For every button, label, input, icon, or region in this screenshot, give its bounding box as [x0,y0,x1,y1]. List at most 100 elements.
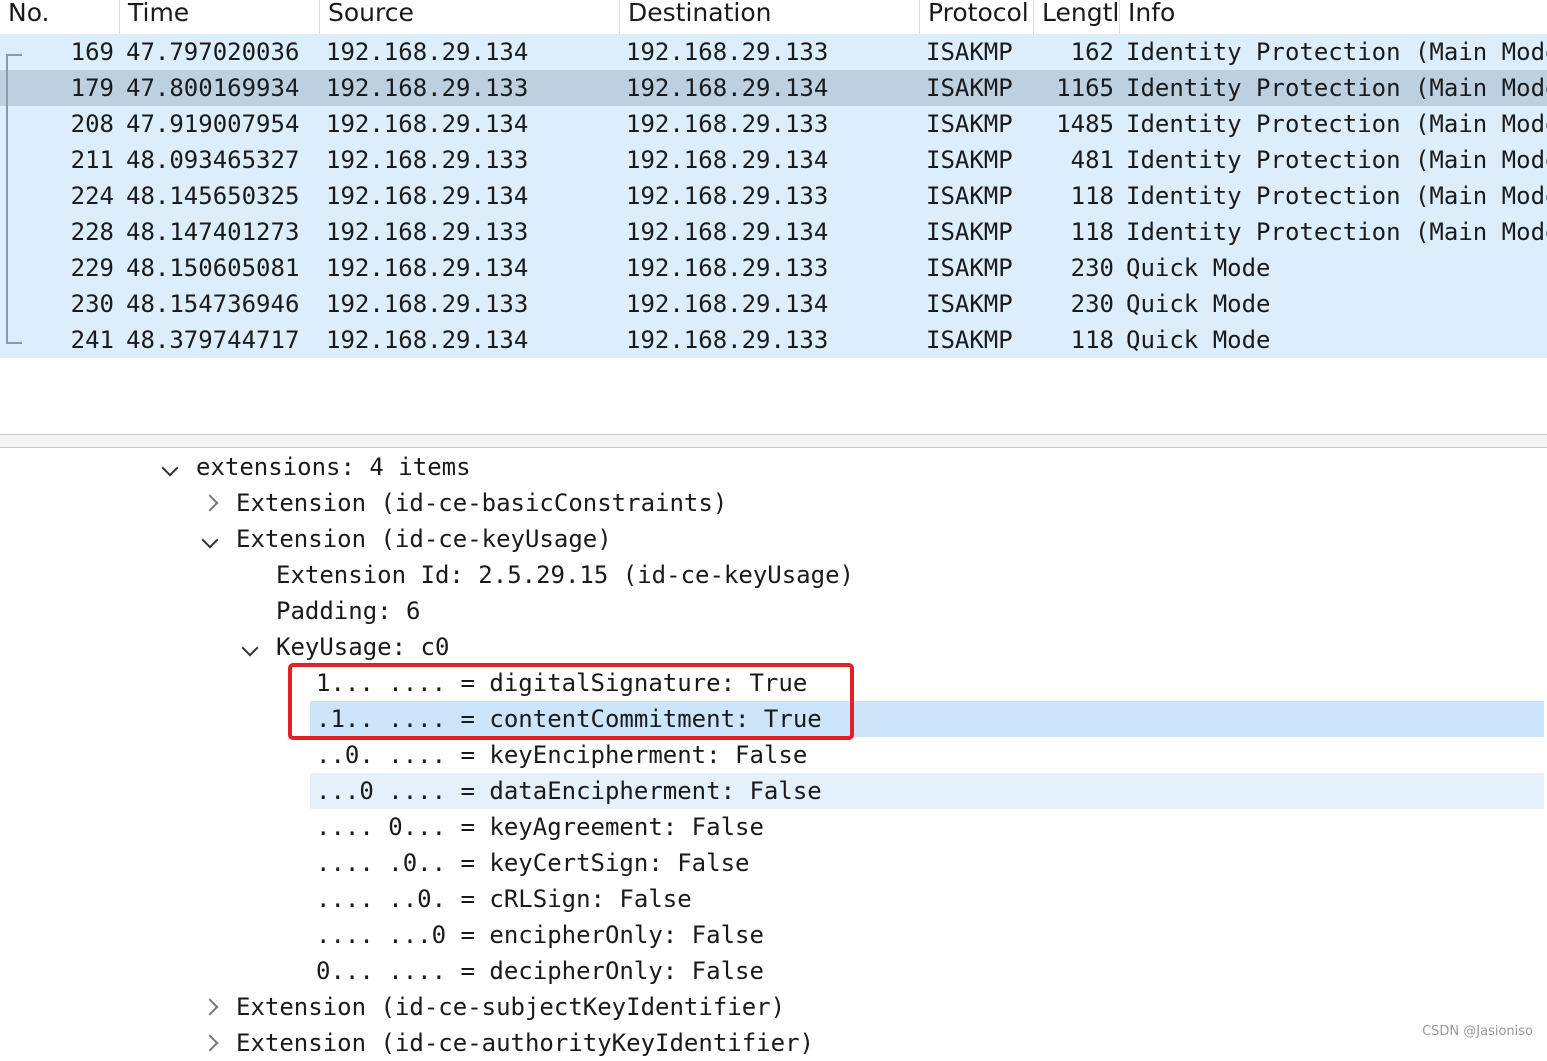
tree-node[interactable]: Padding: 6 [0,593,1547,629]
chevron-right-icon[interactable] [201,1034,219,1052]
packet-cell-dst: 192.168.29.134 [626,146,829,174]
column-header-no[interactable]: No. [0,0,120,34]
packet-cell-info: Identity Protection (Main Mode [1126,146,1547,174]
tree-node[interactable]: Extension Id: 2.5.29.15 (id-ce-keyUsage) [0,557,1547,593]
tree-node[interactable]: .... 0... = keyAgreement: False [0,809,1547,845]
packet-cell-info: Identity Protection (Main Mode [1126,38,1547,66]
tree-node-label: KeyUsage: c0 [276,633,450,661]
packet-cell-len: 118 [1070,218,1114,246]
packet-cell-dst: 192.168.29.133 [626,326,829,354]
column-header-time[interactable]: Time [120,0,320,34]
packet-cell-no: 228 [70,218,114,246]
tree-node[interactable]: extensions: 4 items [0,449,1547,485]
tree-node[interactable]: Extension (id-ce-subjectKeyIdentifier) [0,989,1547,1025]
packet-cell-no: 229 [70,254,114,282]
packet-cell-src: 192.168.29.134 [326,182,529,210]
packet-cell-time: 47.919007954 [126,110,300,138]
tree-node[interactable]: KeyUsage: c0 [0,629,1547,665]
pane-splitter[interactable] [0,434,1547,448]
tree-node-label: .... .0.. = keyCertSign: False [316,849,750,877]
packet-cell-time: 48.093465327 [126,146,300,174]
tree-node[interactable]: Extension (id-ce-keyUsage) [0,521,1547,557]
packet-cell-no: 211 [70,146,114,174]
packet-row[interactable]: 230 48.154736946 192.168.29.133 192.168.29.… [0,286,1547,322]
chevron-down-icon[interactable] [201,531,219,549]
packet-cell-src: 192.168.29.134 [326,38,529,66]
chevron-down-icon[interactable] [161,459,179,477]
packet-cell-len: 118 [1070,182,1114,210]
packet-cell-len: 1485 [1056,110,1114,138]
column-header-destination[interactable]: Destination [620,0,920,34]
packet-cell-time: 47.797020036 [126,38,300,66]
tree-node-label: 0... .... = decipherOnly: False [316,957,764,985]
packet-cell-proto: ISAKMP [926,254,1013,282]
tree-node-label: extensions: 4 items [196,453,471,481]
packet-cell-info: Quick Mode [1126,254,1271,282]
packet-cell-len: 162 [1070,38,1114,66]
packet-cell-info: Identity Protection (Main Mode [1126,110,1547,138]
packet-cell-dst: 192.168.29.133 [626,182,829,210]
tree-node[interactable]: Extension (id-ce-authorityKeyIdentifier) [0,1025,1547,1061]
packet-row[interactable]: 241 48.379744717 192.168.29.134 192.168.29.… [0,322,1547,358]
tree-node-label: .... ..0. = cRLSign: False [316,885,692,913]
packet-cell-info: Identity Protection (Main Mode [1126,218,1547,246]
column-header-source[interactable]: Source [320,0,620,34]
tree-node-label: .... ...0 = encipherOnly: False [316,921,764,949]
packet-row[interactable]: 208 47.919007954 192.168.29.134 192.168.29.… [0,106,1547,142]
packet-cell-info: Identity Protection (Main Mode [1126,74,1547,102]
packet-cell-time: 48.150605081 [126,254,300,282]
packet-cell-time: 48.145650325 [126,182,300,210]
packet-cell-dst: 192.168.29.133 [626,38,829,66]
chevron-right-icon[interactable] [201,494,219,512]
packet-cell-info: Quick Mode [1126,326,1271,354]
packet-cell-src: 192.168.29.133 [326,290,529,318]
column-header-length[interactable]: Lengtl [1034,0,1120,34]
packet-cell-info: Quick Mode [1126,290,1271,318]
packet-cell-src: 192.168.29.133 [326,218,529,246]
packet-list: 169 47.797020036 192.168.29.134 192.168.29.… [0,34,1547,358]
packet-row[interactable]: 228 48.147401273 192.168.29.133 192.168.29.… [0,214,1547,250]
tree-node-label: Extension (id-ce-authorityKeyIdentifier) [236,1029,814,1057]
tree-node[interactable]: 0... .... = decipherOnly: False [0,953,1547,989]
tree-node[interactable]: .... .0.. = keyCertSign: False [0,845,1547,881]
packet-cell-dst: 192.168.29.134 [626,290,829,318]
packet-cell-time: 47.800169934 [126,74,300,102]
packet-cell-time: 48.147401273 [126,218,300,246]
conversation-bracket [6,54,22,344]
packet-row[interactable]: 179 47.800169934 192.168.29.133 192.168.29.… [0,70,1547,106]
packet-cell-proto: ISAKMP [926,74,1013,102]
packet-cell-dst: 192.168.29.133 [626,254,829,282]
packet-cell-src: 192.168.29.134 [326,254,529,282]
tree-node[interactable]: .... ..0. = cRLSign: False [0,881,1547,917]
tree-node[interactable]: .... ...0 = encipherOnly: False [0,917,1547,953]
packet-cell-proto: ISAKMP [926,290,1013,318]
packet-cell-len: 230 [1070,254,1114,282]
packet-cell-proto: ISAKMP [926,146,1013,174]
watermark: CSDN @Jasioniso [1422,1024,1533,1039]
chevron-down-icon[interactable] [241,639,259,657]
packet-cell-no: 169 [70,38,114,66]
packet-row[interactable]: 169 47.797020036 192.168.29.134 192.168.29.… [0,34,1547,70]
tree-node-label: Extension (id-ce-basicConstraints) [236,489,728,517]
packet-cell-no: 230 [70,290,114,318]
column-header-protocol[interactable]: Protocol [920,0,1034,34]
packet-row[interactable]: 224 48.145650325 192.168.29.134 192.168.29.… [0,178,1547,214]
packet-cell-dst: 192.168.29.134 [626,74,829,102]
packet-cell-len: 481 [1070,146,1114,174]
packet-cell-src: 192.168.29.134 [326,326,529,354]
tree-node[interactable]: Extension (id-ce-basicConstraints) [0,485,1547,521]
packet-cell-time: 48.154736946 [126,290,300,318]
column-header-info[interactable]: Info [1120,0,1547,34]
chevron-right-icon[interactable] [201,998,219,1016]
annotation-highlight-box [288,663,854,740]
packet-cell-proto: ISAKMP [926,110,1013,138]
packet-cell-src: 192.168.29.134 [326,110,529,138]
packet-cell-info: Identity Protection (Main Mode [1126,182,1547,210]
tree-node[interactable]: ..0. .... = keyEncipherment: False [0,737,1547,773]
tree-node[interactable]: ...0 .... = dataEncipherment: False [0,773,1547,809]
packet-cell-no: 224 [70,182,114,210]
tree-node-label: ...0 .... = dataEncipherment: False [316,777,822,805]
packet-row[interactable]: 229 48.150605081 192.168.29.134 192.168.29.… [0,250,1547,286]
packet-cell-src: 192.168.29.133 [326,146,529,174]
packet-row[interactable]: 211 48.093465327 192.168.29.133 192.168.29.… [0,142,1547,178]
